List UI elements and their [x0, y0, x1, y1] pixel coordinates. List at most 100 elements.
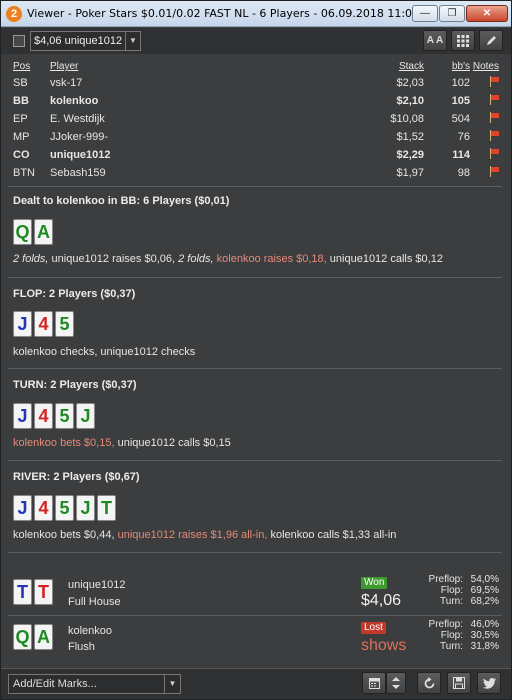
player-row[interactable]: SB vsk-17 $2,03 102: [13, 74, 501, 92]
player-name[interactable]: E. Westdijk: [50, 113, 312, 125]
playing-card: 4: [34, 311, 53, 337]
river-action-1: kolenkoo bets $0,44,: [13, 529, 118, 541]
flop-title: FLOP: 2 Players ($0,37): [13, 288, 136, 300]
loser-name: kolenkoo: [68, 625, 113, 637]
equity-street-label: Preflop:: [428, 619, 463, 630]
playing-card: Q: [13, 624, 32, 650]
players-header: Pos Player Stack bb's Notes: [13, 59, 501, 74]
notes-cell: [470, 76, 501, 90]
player-name[interactable]: unique1012: [50, 149, 312, 161]
note-flag-icon[interactable]: [489, 166, 499, 177]
refresh-icon[interactable]: [417, 672, 441, 694]
playing-card: J: [13, 311, 32, 337]
note-flag-icon[interactable]: [489, 148, 499, 159]
player-row[interactable]: EP E. Westdijk $10,08 504: [13, 110, 501, 128]
player-pos: SB: [13, 77, 28, 89]
player-pos: CO: [13, 149, 30, 161]
select-checkbox[interactable]: [13, 35, 25, 47]
player-bbs: 102: [451, 77, 470, 89]
player-stack: $2,10: [396, 95, 424, 107]
playing-card: J: [13, 403, 32, 429]
notes-cell: [470, 130, 501, 144]
loser-cards: QA: [13, 624, 53, 650]
close-button[interactable]: ✕: [466, 5, 508, 22]
twitter-icon[interactable]: [477, 672, 501, 694]
won-badge: Won: [361, 577, 388, 589]
loser-equity-stats: Preflop: 46,0% Flop: 30,5% Turn: 31,8%: [417, 619, 499, 652]
note-flag-icon[interactable]: [489, 76, 499, 87]
winner-cards: TT: [13, 579, 53, 605]
player-pos: BB: [13, 95, 29, 107]
player-row[interactable]: MP JJoker-999- $1,52 76: [13, 128, 501, 146]
maximize-button[interactable]: ❐: [439, 5, 465, 22]
player-row[interactable]: CO unique1012 $2,29 114: [13, 146, 501, 164]
divider: [8, 460, 502, 461]
header-bbs[interactable]: bb's: [424, 61, 470, 72]
save-icon[interactable]: [447, 672, 471, 694]
notes-cell: [470, 94, 501, 108]
hole-cards: QA: [13, 219, 53, 245]
winner-hand: Full House: [68, 596, 121, 608]
divider: [8, 552, 502, 553]
player-row[interactable]: BB kolenkoo $2,10 105: [13, 92, 501, 110]
divider: [8, 368, 502, 369]
edit-icon[interactable]: [479, 30, 503, 51]
preflop-action-3: 2 folds,: [178, 253, 214, 265]
font-size-button[interactable]: A A: [423, 30, 447, 51]
equity-value: 31,8%: [470, 641, 499, 652]
player-name[interactable]: vsk-17: [50, 77, 312, 89]
player-name[interactable]: Sebash159: [50, 167, 312, 179]
loser-hand: Flush: [68, 641, 95, 653]
player-row[interactable]: BTN Sebash159 $1,97 98: [13, 164, 501, 182]
header-notes[interactable]: Notes: [470, 61, 501, 72]
playing-card: A: [34, 219, 53, 245]
player-dropdown[interactable]: $4,06 unique1012 ▼: [30, 31, 141, 51]
marks-dropdown[interactable]: Add/Edit Marks... ▼: [8, 674, 181, 694]
loser-shows: shows: [361, 637, 407, 654]
divider: [8, 186, 502, 187]
river-action-2: unique1012 raises $1,96 all-in,: [117, 529, 268, 541]
note-flag-icon[interactable]: [489, 112, 499, 123]
player-name[interactable]: JJoker-999-: [50, 131, 312, 143]
minimize-button[interactable]: —: [412, 5, 438, 22]
player-bbs: 105: [451, 95, 470, 107]
preflop-action-1: 2 folds,: [13, 253, 49, 265]
playing-card: 5: [55, 403, 74, 429]
playing-card: 4: [34, 495, 53, 521]
header-player[interactable]: Player: [50, 61, 312, 72]
turn-action-2: unique1012 calls $0,15: [114, 437, 231, 449]
header-pos[interactable]: Pos: [13, 61, 50, 72]
playing-card: A: [34, 624, 53, 650]
bottom-bar: Add/Edit Marks... ▼: [1, 668, 511, 699]
player-stack: $1,97: [396, 167, 424, 179]
winner-equity-stats: Preflop: 54,0% Flop: 69,5% Turn: 68,2%: [417, 574, 499, 607]
flop-actions: kolenkoo checks, unique1012 checks: [13, 346, 196, 358]
playing-card: 5: [55, 495, 74, 521]
flop-cards: J45: [13, 311, 74, 337]
playing-card: J: [76, 403, 95, 429]
note-flag-icon[interactable]: [489, 130, 499, 141]
calendar-icon[interactable]: [362, 672, 386, 694]
equity-street-label: Preflop:: [428, 574, 463, 585]
app-icon: 2: [6, 5, 22, 22]
equity-row: Flop: 30,5%: [417, 630, 499, 641]
window-controls: — ❐ ✕: [412, 5, 508, 22]
playing-card: T: [97, 495, 116, 521]
equity-value: 69,5%: [470, 585, 499, 596]
playing-card: 4: [34, 403, 53, 429]
player-bbs: 504: [451, 113, 470, 125]
player-stack: $1,52: [396, 131, 424, 143]
equity-value: 54,0%: [470, 574, 499, 585]
preflop-action-4: kolenkoo raises $0,18,: [213, 253, 327, 265]
player-name[interactable]: kolenkoo: [50, 95, 312, 107]
equity-value: 68,2%: [470, 596, 499, 607]
grid-icon[interactable]: [451, 30, 475, 51]
note-flag-icon[interactable]: [489, 94, 499, 105]
updown-icon[interactable]: [386, 672, 406, 694]
player-stack: $2,29: [396, 149, 424, 161]
winner-name: unique1012: [68, 579, 126, 591]
toolbar: $4,06 unique1012 ▼ A A: [1, 28, 511, 54]
player-dropdown-value: $4,06 unique1012: [34, 35, 123, 47]
player-stack: $2,03: [396, 77, 424, 89]
header-stack[interactable]: Stack: [312, 61, 424, 72]
